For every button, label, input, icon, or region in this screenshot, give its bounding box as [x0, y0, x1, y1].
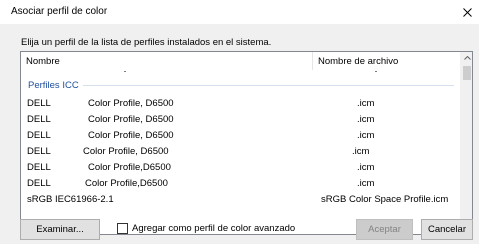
profile-prefix: DELL — [27, 178, 51, 189]
window-title: Asociar perfil de color — [11, 6, 108, 17]
cancel-button[interactable]: Cancelar — [421, 219, 473, 240]
advanced-profile-checkbox[interactable] — [117, 223, 128, 234]
profile-file: .icm — [357, 162, 375, 173]
profile-prefix: DELL — [27, 146, 51, 157]
list-item[interactable]: DELL Color Profile,D6500 .icm — [21, 159, 461, 175]
profile-name: Color Profile,D6500 — [85, 178, 168, 189]
profile-rows: DELL Color Profile, D6500 .icm DELL Colo… — [21, 95, 461, 207]
advanced-profile-label: Agregar como perfil de color avanzado — [132, 223, 296, 234]
profile-name: Color Profile, D6500 — [83, 146, 169, 157]
list-item[interactable]: DELL Color Profile, D6500 .icm — [21, 111, 461, 127]
profile-name: Color Profile, D6500 — [88, 130, 174, 141]
close-icon — [462, 7, 472, 17]
profile-file: .icm — [352, 146, 370, 157]
vertical-scrollbar[interactable] — [460, 52, 472, 234]
scroll-thumb[interactable] — [463, 66, 471, 80]
list-item[interactable]: DELL Color Profile,D6500 .icm — [21, 175, 461, 191]
list-header: Nombre Nombre de archivo — [21, 52, 461, 70]
list-item[interactable]: DELL Color Profile, D6500 .icm — [21, 143, 461, 159]
close-button[interactable] — [455, 0, 479, 24]
profile-name: Color Profile, D6500 — [88, 98, 174, 109]
column-header-name[interactable]: Nombre — [21, 52, 313, 70]
instruction-text: Elija un perfil de la lista de perfiles … — [21, 37, 272, 48]
group-label: Perfiles ICC — [28, 79, 79, 91]
advanced-profile-option[interactable]: Agregar como perfil de color avanzado — [117, 223, 295, 234]
browse-button[interactable]: Examinar... — [20, 219, 100, 240]
column-header-file[interactable]: Nombre de archivo — [313, 52, 461, 70]
title-bar: Asociar perfil de color — [0, 0, 479, 24]
profile-prefix: DELL — [27, 98, 51, 109]
group-divider — [82, 85, 454, 86]
profile-prefix: DELL — [27, 130, 51, 141]
profile-file: .icm — [357, 130, 375, 141]
scroll-up-button[interactable] — [461, 52, 472, 64]
profile-name: Color Profile,D6500 — [88, 162, 171, 173]
profile-file: sRGB Color Space Profile.icm — [321, 194, 449, 205]
profile-prefix: DELL — [27, 114, 51, 125]
profile-prefix: sRGB IEC61966-2.1 — [27, 194, 114, 205]
profile-file: .icm — [357, 178, 375, 189]
profile-name: Color Profile, D6500 — [88, 114, 174, 125]
sort-indicator — [124, 71, 126, 72]
chevron-up-icon — [463, 56, 471, 60]
profile-file: .icm — [357, 114, 375, 125]
profile-prefix: DELL — [27, 162, 51, 173]
accept-button[interactable]: Aceptar — [356, 219, 413, 240]
profile-file: .icm — [357, 98, 375, 109]
list-item[interactable]: DELL Color Profile, D6500 .icm — [21, 95, 461, 111]
group-header[interactable]: Perfiles ICC — [28, 78, 454, 92]
list-item[interactable]: DELL Color Profile, D6500 .icm — [21, 127, 461, 143]
list-item[interactable]: sRGB IEC61966-2.1 sRGB Color Space Profi… — [21, 191, 461, 207]
profile-list[interactable]: Nombre Nombre de archivo Perfiles ICC DE… — [20, 51, 473, 235]
sort-indicator — [375, 71, 377, 72]
dialog-body: Elija un perfil de la lista de perfiles … — [0, 24, 479, 244]
